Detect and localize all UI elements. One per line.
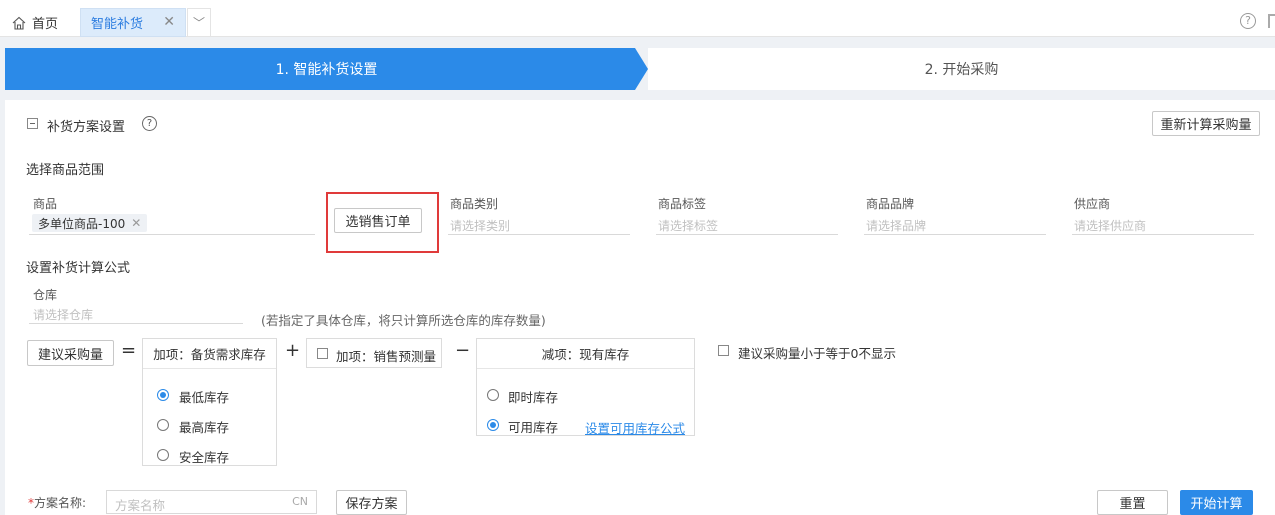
radio-instant-stock-label: 即时库存 (508, 390, 559, 405)
help-icon[interactable]: ? (1240, 13, 1256, 29)
radio-instant-stock[interactable] (487, 389, 499, 401)
equals-sign: = (121, 340, 137, 361)
help-icon[interactable]: ? (142, 116, 157, 131)
tag-field-line (656, 234, 838, 235)
forecast-box[interactable]: 加项：销售预测量 (306, 338, 442, 368)
radio-safe-stock[interactable] (157, 449, 169, 461)
plan-name-label: *方案名称: (28, 494, 86, 511)
step-progress: 1. 智能补货设置 2. 开始采购 (5, 48, 1275, 90)
supplier-input[interactable]: 请选择供应商 (1074, 217, 1146, 234)
plan-name-label-text: 方案名称: (34, 496, 87, 510)
home-icon (12, 16, 26, 30)
warehouse-input[interactable]: 请选择仓库 (33, 306, 93, 323)
brand-label: 商品品牌 (866, 197, 915, 211)
subtract-stock-box-title: 减项：现有库存 (477, 339, 694, 369)
radio-min-stock-label: 最低库存 (179, 390, 230, 405)
formula-title: 设置补货计算公式 (26, 261, 131, 276)
supplier-label: 供应商 (1074, 197, 1111, 211)
close-icon[interactable]: ✕ (163, 14, 175, 30)
warehouse-note: (若指定了具体仓库，将只计算所选仓库的库存数量) (261, 313, 546, 328)
radio-available-stock-label: 可用库存 (508, 420, 559, 435)
scope-title: 选择商品范围 (26, 163, 105, 178)
fullscreen-icon[interactable] (1268, 14, 1275, 28)
product-field[interactable] (29, 234, 315, 235)
plus-sign: + (285, 340, 301, 361)
close-icon[interactable]: ✕ (131, 216, 141, 230)
radio-safe-stock-label: 安全库存 (179, 450, 230, 465)
section-title: 补货方案设置 (47, 120, 126, 135)
warehouse-label: 仓库 (33, 288, 58, 302)
set-available-formula-link[interactable]: 设置可用库存公式 (585, 418, 685, 437)
tab-bar: 首页 智能补货 ✕ ﹀ ? (0, 0, 1275, 37)
highlight-box (326, 192, 439, 253)
save-plan-button[interactable]: 保存方案 (336, 490, 407, 515)
recalc-button[interactable]: 重新计算采购量 (1152, 111, 1260, 136)
category-input[interactable]: 请选择类别 (450, 217, 510, 234)
suggest-qty-button[interactable]: 建议采购量 (27, 340, 114, 366)
tab-home-label: 首页 (32, 17, 59, 32)
plan-name-placeholder: 方案名称 (115, 498, 166, 513)
supplier-field-line (1072, 234, 1254, 235)
product-label: 商品 (33, 197, 58, 211)
add-stock-box-title: 加项：备货需求库存 (143, 339, 276, 369)
add-stock-box: 加项：备货需求库存 最低库存 最高库存 安全库存 (142, 338, 277, 466)
subtract-stock-box: 减项：现有库存 即时库存 可用库存 设置可用库存公式 (476, 338, 695, 436)
warehouse-field-line (29, 323, 243, 324)
radio-max-stock-label: 最高库存 (179, 420, 230, 435)
tab-home[interactable]: 首页 (0, 8, 78, 37)
tag-label: 商品标签 (658, 197, 707, 211)
settings-panel: 补货方案设置 ? 重新计算采购量 选择商品范围 商品 多单位商品-100 ✕ 选… (5, 100, 1275, 515)
radio-max-stock[interactable] (157, 419, 169, 431)
tab-more-dropdown[interactable]: ﹀ (187, 8, 211, 37)
reset-button[interactable]: 重置 (1097, 490, 1168, 515)
forecast-checkbox[interactable] (317, 348, 328, 359)
product-chip: 多单位商品-100 ✕ (32, 214, 148, 232)
category-label: 商品类别 (450, 197, 499, 211)
radio-available-stock[interactable] (487, 419, 499, 431)
radio-min-stock[interactable] (157, 389, 169, 401)
step-2[interactable]: 2. 开始采购 (648, 48, 1275, 90)
hide-zero-checkbox[interactable] (718, 345, 729, 356)
input-suffix: CN (292, 495, 308, 508)
plan-name-input[interactable]: 方案名称 CN (106, 490, 317, 514)
minus-sign: − (455, 340, 471, 361)
brand-input[interactable]: 请选择品牌 (866, 217, 926, 234)
forecast-label: 加项：销售预测量 (336, 349, 437, 364)
step-1[interactable]: 1. 智能补货设置 (5, 48, 648, 90)
tag-input[interactable]: 请选择标签 (658, 217, 718, 234)
tab-smart-replenish-label: 智能补货 (91, 17, 144, 32)
hide-zero-label: 建议采购量小于等于0不显示 (738, 346, 896, 361)
collapse-icon[interactable] (27, 118, 38, 129)
chevron-down-icon: ﹀ (192, 16, 205, 30)
brand-field-line (864, 234, 1046, 235)
tab-smart-replenish[interactable]: 智能补货 ✕ (80, 8, 186, 37)
category-field-line (448, 234, 630, 235)
product-chip-label: 多单位商品-100 (38, 216, 126, 231)
start-calc-button[interactable]: 开始计算 (1180, 490, 1253, 515)
